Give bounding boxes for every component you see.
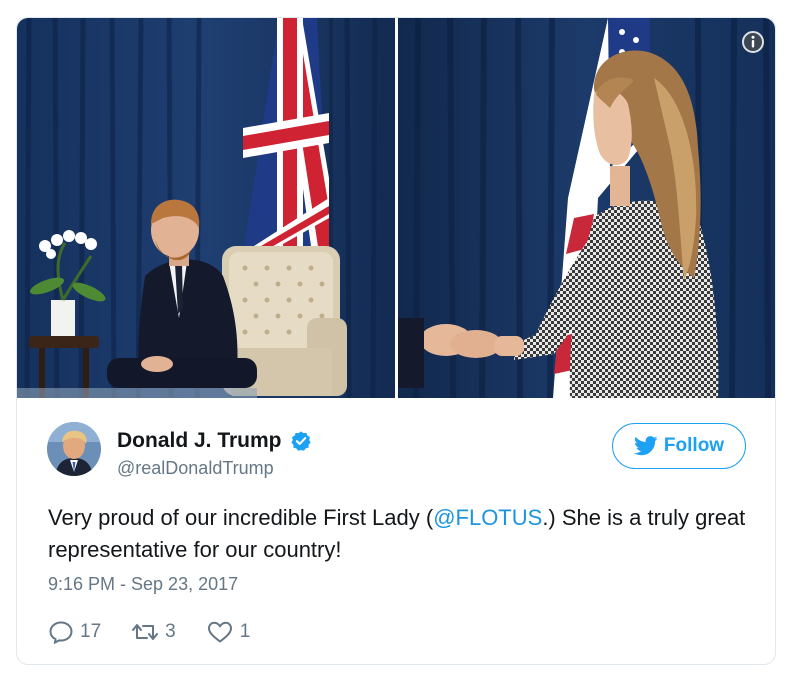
embedded-tweet-card: Donald J. Trump @realDonaldTrump Follow … (16, 17, 776, 665)
like-action[interactable]: 1 (206, 620, 251, 644)
avatar-image (47, 422, 101, 476)
author-display-name[interactable]: Donald J. Trump (117, 429, 282, 453)
author-name-row: Donald J. Trump (117, 428, 312, 454)
mention-link[interactable]: @FLOTUS (433, 505, 542, 530)
tweet-text-before: Very proud of our incredible First Lady … (48, 505, 434, 530)
heart-icon (207, 621, 232, 643)
retweet-count: 3 (165, 621, 176, 642)
tweet-photo-left[interactable] (17, 18, 395, 398)
reply-action[interactable]: 17 (48, 620, 101, 644)
twitter-bird-icon (633, 436, 658, 456)
author-handle[interactable]: @realDonaldTrump (117, 458, 274, 479)
retweet-icon (132, 624, 159, 640)
tweet-actions: 17 3 1 (48, 618, 280, 646)
tweet-media[interactable] (17, 18, 775, 398)
info-icon[interactable] (741, 30, 765, 54)
photo-left-image (17, 18, 395, 398)
tweet-timestamp[interactable]: 9:16 PM - Sep 23, 2017 (48, 574, 238, 595)
tweet-text: Very proud of our incredible First Lady … (48, 502, 753, 566)
retweet-action[interactable]: 3 (131, 620, 176, 644)
reply-icon (49, 621, 73, 644)
tweet-photo-right[interactable] (398, 18, 775, 398)
reply-count: 17 (80, 621, 102, 642)
follow-button[interactable]: Follow (612, 423, 746, 469)
photo-right-image (398, 18, 775, 398)
verified-badge-icon (290, 431, 311, 451)
avatar[interactable] (47, 422, 101, 476)
follow-button-label: Follow (663, 435, 725, 456)
like-count: 1 (239, 621, 251, 642)
